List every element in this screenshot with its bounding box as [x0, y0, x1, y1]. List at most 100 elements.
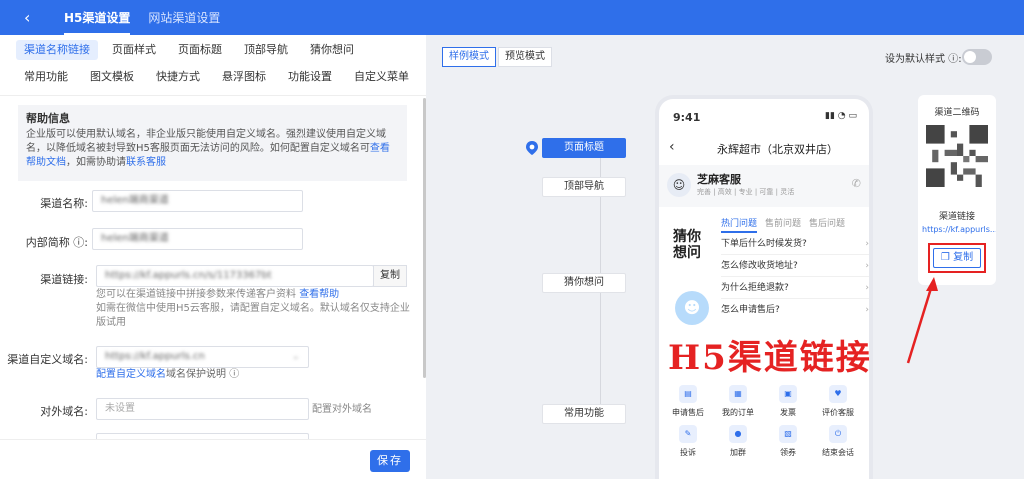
link-hint-2: 如需在微信中使用H5云客服，请配置自定义域名。默认域名仅支持企业版试用 — [96, 303, 410, 328]
nav-common-functions[interactable]: 常用功能 — [542, 404, 626, 424]
status-time: 9:41 — [673, 111, 701, 124]
faq-item[interactable]: 怎么申请售后? › — [721, 299, 869, 321]
chevron-down-icon: ⌄ — [291, 351, 300, 362]
save-button[interactable]: 保存 — [370, 450, 410, 472]
config-external-domain-link[interactable]: 配置对外域名 — [312, 403, 372, 417]
view-help-link[interactable]: 查看帮助 — [299, 289, 339, 300]
tab-row-2: 常用功能 图文模板 快捷方式 悬浮图标 功能设置 自定义菜单 — [16, 67, 423, 87]
tab-shortcuts[interactable]: 快捷方式 — [148, 67, 208, 87]
tab-float-icon[interactable]: 悬浮图标 — [214, 67, 274, 87]
tab-function-settings[interactable]: 功能设置 — [280, 67, 340, 87]
custom-domain-label: 渠道自定义域名: — [7, 353, 88, 366]
tab-page-style[interactable]: 页面样式 — [104, 40, 164, 60]
phone-title: 永辉超市（北京双井店） — [717, 143, 838, 156]
help-info-box: 帮助信息 企业版可以使用默认域名，非企业版只能使用自定义域名。强烈建议使用自定义… — [18, 105, 407, 181]
func-join-group[interactable]: ● 加群 — [713, 425, 763, 458]
help-circle-icon: ⓘ — [229, 369, 240, 380]
power-icon: ⏻ — [829, 425, 847, 443]
preview-panel: 样例模式 预览模式 设为默认样式 ⓘ: 页面标题 顶部导航 猜你想问 常用功能 … — [430, 35, 1024, 479]
tab-web-channel[interactable]: 网站渠道设置 — [148, 0, 220, 35]
preview-mode-button[interactable]: 预览模式 — [498, 47, 552, 67]
nav-guess-ask[interactable]: 猜你想问 — [542, 273, 626, 293]
agent-avatar: ☺ — [667, 173, 691, 197]
faq-tab-pre[interactable]: 售前问题 — [765, 215, 801, 233]
external-domain-label: 对外域名: — [40, 405, 88, 418]
channel-name-label: 渠道名称: — [40, 197, 88, 210]
copy-link-button[interactable]: 复制 — [373, 265, 407, 287]
faq-tabs: 热门问题 售前问题 售后问题 — [721, 215, 869, 233]
default-style-toggle[interactable] — [962, 49, 992, 65]
help-circle-icon: ⓘ — [948, 54, 959, 65]
help-circle-icon: ⓘ — [73, 236, 85, 249]
sample-mode-button[interactable]: 样例模式 — [442, 47, 496, 67]
help-text: 企业版可以使用默认域名，非企业版只能使用自定义域名。强烈建议使用自定义域名，以降… — [26, 129, 390, 168]
settings-panel: 渠道名称链接 页面样式 页面标题 顶部导航 猜你想问 常用功能 图文模板 快捷方… — [0, 35, 426, 479]
scrollbar[interactable] — [423, 98, 426, 378]
channel-name-input[interactable]: helen端商渠道 — [92, 190, 303, 212]
tab-image-template[interactable]: 图文模板 — [82, 67, 142, 87]
phone-preview: 9:41 ▮▮ ◔ ▭ ‹ 永辉超市（北京双井店） ☺ 芝麻客服 完善 | 高效… — [655, 95, 873, 479]
qr-card: 渠道二维码 渠道链接 https://kf.appurls... ❐ 复制 — [918, 95, 996, 285]
bot-mascot-icon: ☻ — [675, 291, 709, 325]
faq-item[interactable]: 怎么修改收货地址? › — [721, 255, 869, 277]
tab-page-title[interactable]: 页面标题 — [170, 40, 230, 60]
location-pin-icon — [526, 141, 538, 155]
faq-tab-hot[interactable]: 热门问题 — [721, 215, 758, 233]
nav-page-title[interactable]: 页面标题 — [542, 138, 626, 158]
qr-title: 渠道二维码 — [934, 108, 980, 118]
config-custom-domain-link[interactable]: 配置自定义域名 — [96, 369, 166, 380]
faq-tab-after[interactable]: 售后问题 — [809, 215, 845, 233]
func-after-sale[interactable]: ▤ 申请售后 — [663, 385, 713, 418]
link-hint-1: 您可以在渠道链接中拼接参数来传递客户资料 查看帮助 — [96, 289, 340, 300]
after-sale-icon: ▤ — [679, 385, 697, 403]
help-title: 帮助信息 — [26, 112, 70, 125]
nav-top-nav[interactable]: 顶部导航 — [542, 177, 626, 197]
tab-channel-name-link[interactable]: 渠道名称链接 — [16, 40, 98, 60]
func-rate-agent[interactable]: ♥ 评价客服 — [813, 385, 863, 418]
func-coupon[interactable]: ▧ 领券 — [763, 425, 813, 458]
invoice-icon: ▣ — [779, 385, 797, 403]
back-icon[interactable]: ‹ — [669, 139, 675, 155]
complain-icon: ✎ — [679, 425, 697, 443]
tab-custom-menu[interactable]: 自定义菜单 — [346, 67, 417, 87]
divider — [0, 95, 426, 96]
tab-top-nav[interactable]: 顶部导航 — [236, 40, 296, 60]
status-icons: ▮▮ ◔ ▭ — [825, 111, 857, 121]
phone-call-icon[interactable]: ✆ — [852, 177, 861, 190]
coupon-icon: ▧ — [779, 425, 797, 443]
external-domain-input[interactable]: 未设置 — [96, 398, 309, 420]
chevron-left-icon[interactable]: ‹ — [24, 8, 42, 27]
tab-h5-channel[interactable]: H5渠道设置 — [64, 0, 131, 35]
internal-short-input[interactable]: helen端商渠道 — [92, 228, 303, 250]
save-bar — [0, 439, 426, 479]
link-title: 渠道链接 — [938, 212, 975, 222]
func-end-session[interactable]: ⏻ 结束会话 — [813, 425, 863, 458]
func-invoice[interactable]: ▣ 发票 — [763, 385, 813, 418]
agent-bar: ☺ 芝麻客服 完善 | 高效 | 专业 | 可靠 | 灵活 ✆ — [659, 165, 869, 207]
tab-common-functions[interactable]: 常用功能 — [16, 67, 76, 87]
group-icon: ● — [729, 425, 747, 443]
custom-domain-select[interactable]: https://kf.appurls.cn ⌄ — [96, 346, 309, 368]
functions-grid: ▤ 申请售后 ▦ 我的订单 ▣ 发票 ♥ 评价客服 ✎ 投诉 ● 加群 ▧ 领券 ⏻ 结束会话 — [663, 381, 865, 479]
copy-icon: ❐ — [940, 252, 950, 263]
tab-row-1: 渠道名称链接 页面样式 页面标题 顶部导航 猜你想问 — [16, 40, 368, 60]
link-value: https://kf.appurls... — [922, 225, 996, 234]
top-bar: ‹ H5渠道设置 网站渠道设置 — [0, 0, 1024, 35]
agent-name: 芝麻客服 — [697, 173, 741, 186]
copy-highlight: ❐ 复制 — [928, 243, 986, 273]
order-icon: ▦ — [729, 385, 747, 403]
custom-domain-hint: 配置自定义域名域名保护说明 ⓘ — [96, 369, 240, 380]
qr-code-image — [926, 125, 988, 187]
agent-tags: 完善 | 高效 | 专业 | 可靠 | 灵活 — [697, 188, 795, 196]
internal-short-label: 内部简称 ⓘ: — [25, 236, 88, 249]
contact-support-link[interactable]: 联系客服 — [126, 157, 166, 168]
copy-link-small-button[interactable]: ❐ 复制 — [933, 248, 981, 268]
tab-guess-ask[interactable]: 猜你想问 — [302, 40, 362, 60]
func-my-orders[interactable]: ▦ 我的订单 — [713, 385, 763, 418]
func-complain[interactable]: ✎ 投诉 — [663, 425, 713, 458]
default-style-label: 设为默认样式 ⓘ: — [885, 54, 962, 65]
channel-link-label: 渠道链接: — [40, 273, 88, 286]
faq-item[interactable]: 为什么拒绝退款? › — [721, 277, 869, 299]
channel-link-input[interactable]: https://kf.appurls.cn/s/1173367bt — [96, 265, 374, 287]
faq-item[interactable]: 下单后什么时候发货? › — [721, 233, 869, 255]
